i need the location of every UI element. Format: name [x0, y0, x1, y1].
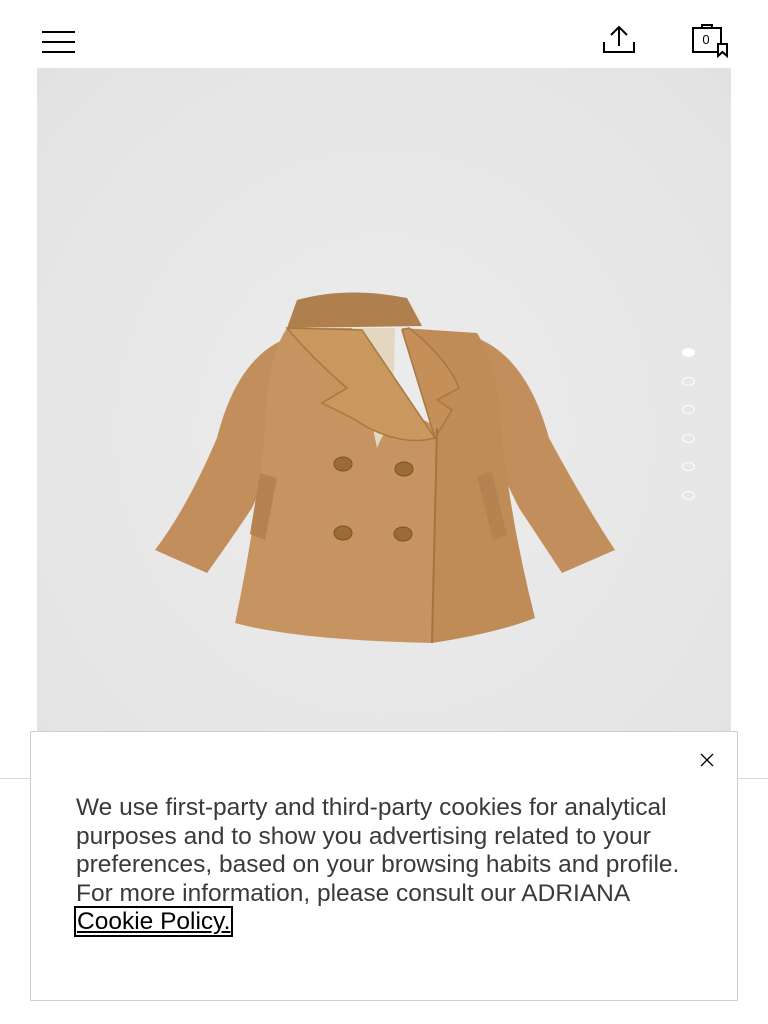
cookie-message-text: We use first-party and third-party cooki… [76, 794, 680, 907]
gallery-dot-3[interactable] [682, 405, 695, 414]
gallery-dot-5[interactable] [682, 462, 695, 471]
cookie-policy-link[interactable]: Cookie Policy. [73, 906, 234, 937]
product-image-gallery[interactable] [37, 68, 731, 732]
close-icon[interactable] [697, 750, 717, 770]
gallery-dot-6[interactable] [682, 490, 695, 500]
hamburger-menu-icon[interactable] [42, 30, 76, 54]
share-upload-icon[interactable] [600, 24, 638, 56]
bag-item-count: 0 [702, 32, 710, 47]
product-image-coat [155, 292, 615, 644]
gallery-dot-4[interactable] [682, 433, 695, 443]
cookie-message: We use first-party and third-party cooki… [73, 794, 696, 937]
gallery-dot-1[interactable] [682, 348, 695, 357]
gallery-pagination [682, 348, 698, 519]
top-navigation-bar: 0 [0, 0, 768, 68]
cookie-consent-banner: We use first-party and third-party cooki… [30, 731, 738, 1001]
shopping-bag-button[interactable]: 0 [690, 22, 732, 59]
gallery-dot-2[interactable] [682, 376, 695, 386]
